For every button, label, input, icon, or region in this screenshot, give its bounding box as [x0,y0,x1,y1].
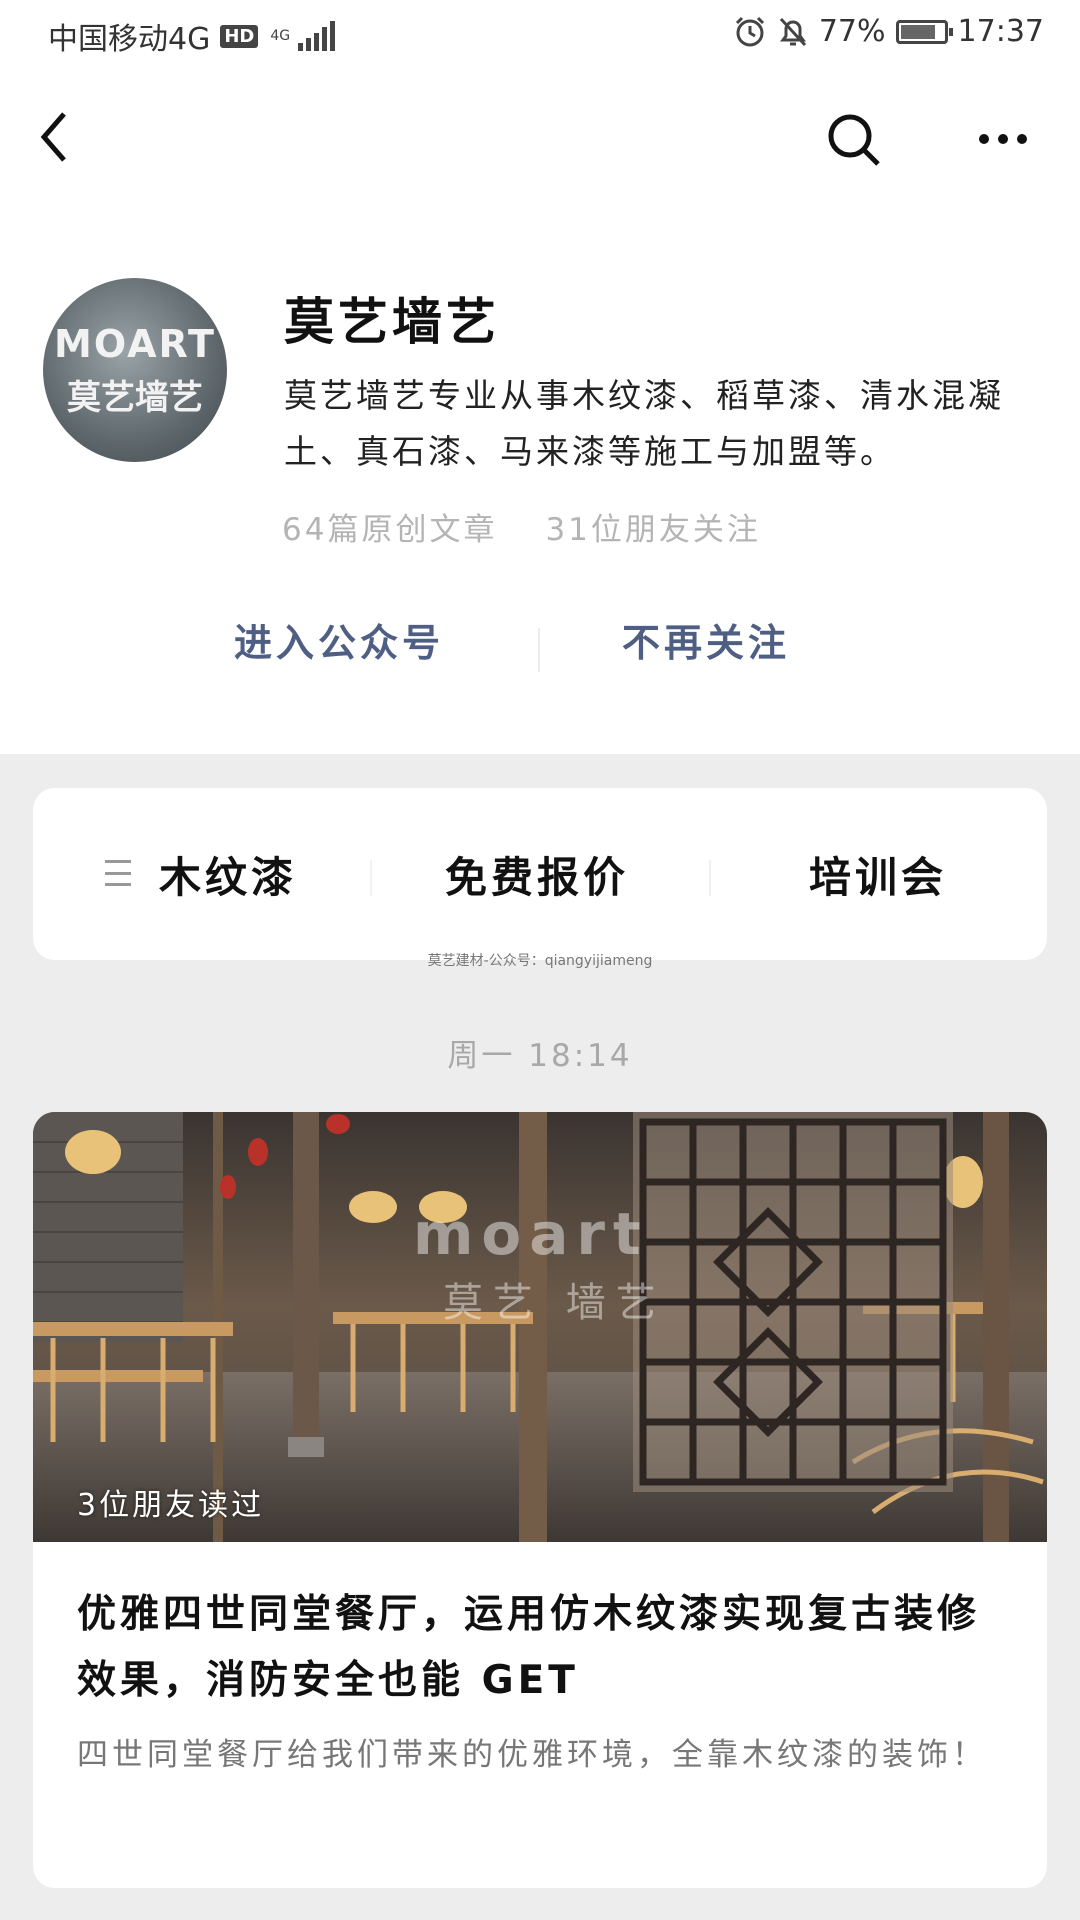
article-count: 64篇原创文章 [282,512,498,548]
search-icon[interactable] [826,112,882,168]
message-timestamp: 周一 18:14 [447,1038,633,1074]
network-type: 4G [270,28,291,44]
article-title[interactable]: 优雅四世同堂餐厅，运用仿木纹漆实现复古装修效果，消防安全也能 GET [77,1582,1017,1714]
profile-actions: 进入公众号 不再关注 [0,612,1080,692]
carrier-label: 中国移动4G [48,22,211,57]
account-description: 莫艺墙艺专业从事木纹漆、稻草漆、清水混凝土、真石漆、马来漆等施工与加盟等。 [284,376,1004,471]
battery-icon [895,19,953,44]
menu-divider [709,860,711,896]
status-bar: 中国移动4G HD 4G 77% 17:37 [0,0,1080,72]
cover-watermark: moart [413,1200,649,1268]
more-icon[interactable] [978,132,1028,146]
menu-item-training[interactable]: 培训会 [809,844,947,905]
account-profile: MOART 莫艺墙艺 莫艺墙艺 莫艺墙艺专业从事木纹漆、稻草漆、清水混凝土、真石… [0,202,1080,754]
account-name: 莫艺墙艺 [284,293,500,351]
menu-divider [370,860,372,896]
hd-badge: HD [220,24,259,48]
avatar-logo-text: MOART [54,321,216,366]
cover-watermark-sub: 莫艺 墙艺 [443,1280,666,1326]
article-cover-image[interactable]: moart 莫艺 墙艺 3位朋友读过 [33,1112,1047,1542]
nav-bar [0,72,1080,202]
battery-percent: 77% [818,14,886,49]
account-menu: 木纹漆 免费报价 培训会 [33,788,1047,960]
status-left: 中国移动4G HD 4G [48,14,336,58]
unfollow-button[interactable]: 不再关注 [622,612,790,667]
friends-following[interactable]: 31位朋友关注 [545,504,760,549]
article-card[interactable]: moart 莫艺 墙艺 3位朋友读过 优雅四世同堂餐厅，运用仿木纹漆实现复古装修… [33,1112,1047,1888]
avatar[interactable]: MOART 莫艺墙艺 [43,278,227,462]
menu-item-free-quote[interactable]: 免费报价 [445,844,629,905]
enter-account-button[interactable]: 进入公众号 [234,612,444,667]
friends-read-label: 3位朋友读过 [77,1488,265,1523]
menu-list-icon [105,860,131,886]
alarm-icon [735,16,764,46]
status-right: 77% 17:37 [733,14,1044,49]
article-summary: 四世同堂餐厅给我们带来的优雅环境，全靠木纹漆的装饰！ [77,1737,987,1773]
back-arrow-icon[interactable] [36,110,72,164]
watermark-text: 莫艺建材-公众号：qiangyijiameng [427,953,653,969]
menu-item-wood-grain[interactable]: 木纹漆 [159,844,297,905]
action-divider [538,628,540,672]
mute-bell-icon [779,17,806,46]
signal-icon [298,21,336,51]
account-stats: 64篇原创文章 31位朋友关注 [282,504,761,549]
clock: 17:37 [957,14,1044,49]
avatar-logo-subtext: 莫艺墙艺 [67,377,203,418]
